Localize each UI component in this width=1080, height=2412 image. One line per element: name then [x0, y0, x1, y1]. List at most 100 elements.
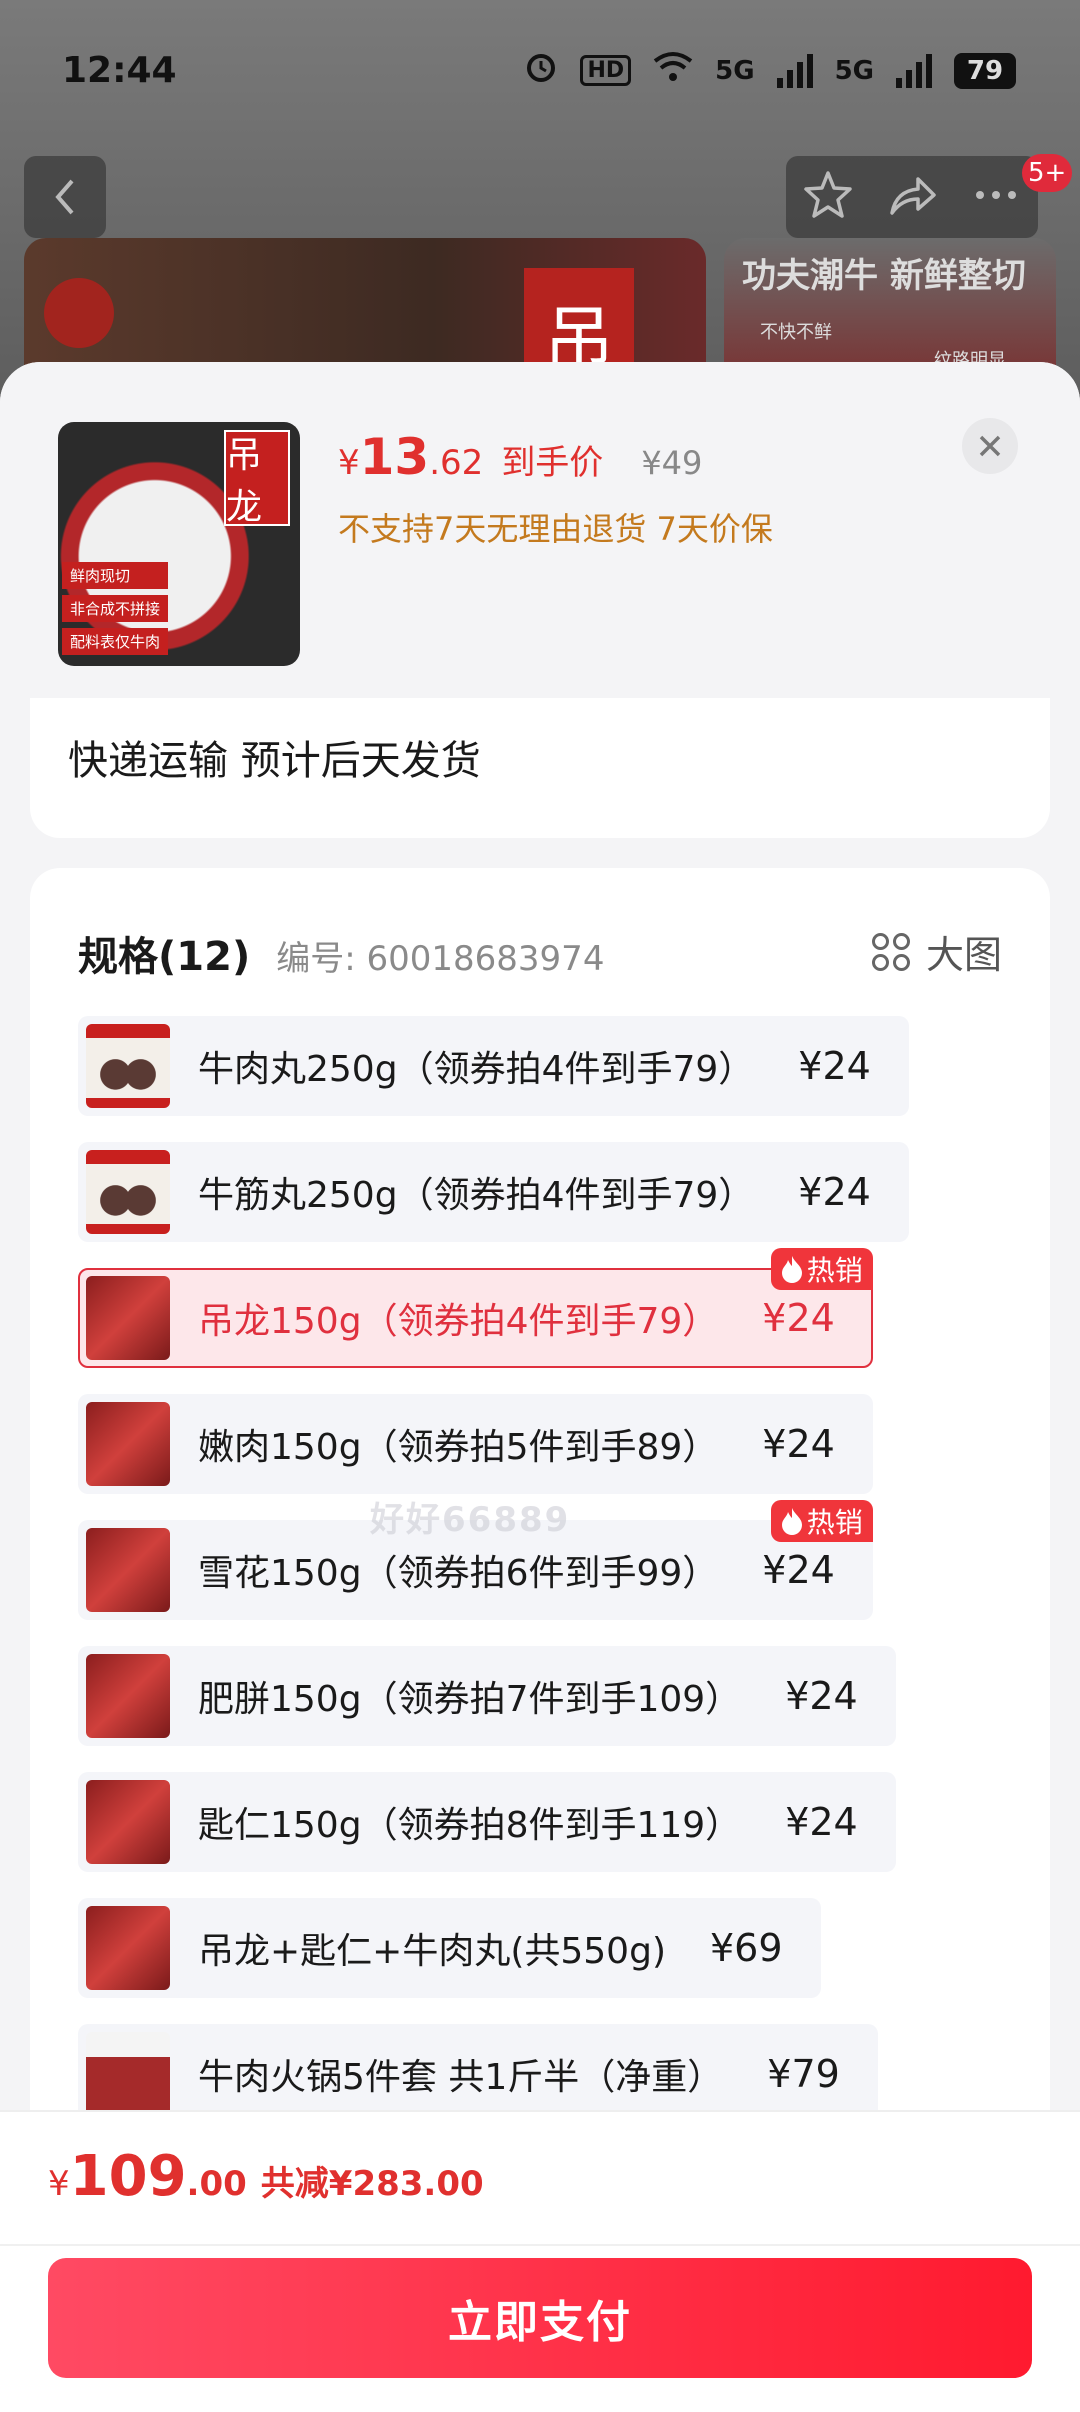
option-label: 雪花150g（领券拍6件到手99） [198, 1553, 719, 1594]
share-button[interactable] [886, 169, 938, 225]
thumbnail-tag: 配料表仅牛肉 [62, 628, 169, 655]
pay-now-button[interactable]: 立即支付 [48, 2258, 1032, 2378]
more-dots-icon [976, 191, 1016, 199]
spec-option[interactable]: 嫩肉150g（领券拍5件到手89） ¥24 [78, 1394, 873, 1494]
option-price: ¥79 [767, 2052, 840, 2096]
option-label: 牛肉火锅5件套 共1斤半（净重） [198, 2057, 724, 2098]
price-label: 到手价 [501, 443, 604, 483]
option-label: 嫩肉150g（领券拍5件到手89） [198, 1427, 719, 1468]
close-icon [979, 435, 1001, 457]
close-button[interactable] [962, 418, 1018, 474]
grid-icon [871, 932, 910, 971]
status-time: 12:44 [62, 50, 177, 91]
signal-5g-label-2: 5G [834, 55, 874, 86]
spec-option[interactable]: 肥胼150g（领券拍7件到手109） ¥24 [78, 1646, 896, 1746]
thumbnail-tag: 鲜肉现切 [62, 562, 169, 589]
big-view-toggle[interactable]: 大图 [871, 924, 1002, 979]
option-thumbnail [86, 1906, 170, 1990]
option-label: 肥胼150g（领券拍7件到手109） [198, 1679, 742, 1720]
star-icon [804, 171, 852, 218]
more-button[interactable] [970, 169, 1022, 225]
option-label: 牛筋丸250g（领券拍4件到手79） [198, 1175, 755, 1216]
price-line: ¥ 13 .62 到手价 ¥49 [338, 428, 702, 486]
option-price: ¥24 [762, 1422, 835, 1466]
sheet-header: 吊龙 鲜肉现切 非合成不拼接 配料表仅牛肉 ¥ 13 .62 到手价 ¥49 不… [0, 362, 1080, 698]
status-icons: HD 5G 5G 79 [524, 50, 1016, 91]
option-price: ¥24 [798, 1170, 871, 1214]
spec-card: 规格(12) 编号: 60018683974 大图 牛肉丸250g（领券拍4件到… [30, 868, 1050, 2268]
option-price: ¥24 [785, 1800, 858, 1844]
favorite-button[interactable] [802, 169, 854, 225]
total-price: ¥ 109 .00 共减¥283.00 [48, 2144, 484, 2209]
notification-badge: 5+ [1022, 154, 1073, 192]
signal-icon-2 [896, 53, 932, 88]
total-integer: 109 [69, 2144, 187, 2209]
thumbnail-tags: 鲜肉现切 非合成不拼接 配料表仅牛肉 [62, 562, 169, 655]
product-code: 编号: 60018683974 [276, 939, 605, 979]
option-thumbnail [86, 1402, 170, 1486]
option-label: 吊龙+匙仁+牛肉丸(共550g) [198, 1931, 666, 1972]
hd-icon: HD [580, 55, 632, 86]
big-view-label: 大图 [925, 933, 1002, 977]
spec-option[interactable]: 牛筋丸250g（领券拍4件到手79） ¥24 [78, 1142, 909, 1242]
footer-divider [0, 2244, 1080, 2246]
service-notice: 不支持7天无理由退货 7天价保 [338, 510, 773, 548]
thumbnail-brand-flag: 吊龙 [224, 430, 290, 528]
battery-icon: 79 [954, 52, 1016, 89]
option-label: 匙仁150g（领券拍8件到手119） [198, 1805, 742, 1846]
shipping-card: 快递运输 预计后天发货 [30, 698, 1050, 838]
flame-icon [781, 1508, 802, 1535]
spec-option[interactable]: 吊龙+匙仁+牛肉丸(共550g) ¥69 [78, 1898, 821, 1998]
total-currency: ¥ [48, 2164, 70, 2204]
option-thumbnail [86, 1024, 170, 1108]
option-price: ¥24 [762, 1296, 835, 1340]
option-thumbnail [86, 1150, 170, 1234]
status-bar: 12:44 HD 5G 5G 79 [0, 0, 1080, 140]
hot-sale-label: 热销 [806, 1506, 863, 1539]
sku-selector-sheet: 吊龙 鲜肉现切 非合成不拼接 配料表仅牛肉 ¥ 13 .62 到手价 ¥49 不… [0, 362, 1080, 2412]
spec-option[interactable]: 牛肉火锅5件套 共1斤半（净重） ¥79 [78, 2024, 878, 2124]
total-discount: 共减¥283.00 [260, 2164, 484, 2204]
option-price: ¥24 [762, 1548, 835, 1592]
total-decimal: .00 [186, 2164, 247, 2204]
hot-sale-label: 热销 [806, 1254, 863, 1287]
option-thumbnail [86, 1276, 170, 1360]
price-currency: ¥ [338, 443, 360, 483]
side-banner-subtitle: 不快不鲜 [760, 322, 832, 343]
top-action-bar [786, 156, 1038, 238]
original-price: ¥49 [641, 444, 703, 482]
option-thumbnail [86, 1528, 170, 1612]
hot-sale-badge: 热销 [770, 1248, 873, 1290]
hot-sale-badge: 热销 [770, 1500, 873, 1542]
price-integer: 13 [359, 428, 430, 486]
alarm-icon [524, 50, 558, 91]
option-thumbnail [86, 1780, 170, 1864]
option-price: ¥69 [709, 1926, 783, 1970]
wifi-icon [653, 51, 693, 90]
option-label: 牛肉丸250g（领券拍4件到手79） [198, 1049, 755, 1090]
spec-option-selected[interactable]: 吊龙150g（领券拍4件到手79） ¥24 热销 [78, 1248, 873, 1368]
spec-option[interactable]: 牛肉丸250g（领券拍4件到手79） ¥24 [78, 1016, 909, 1116]
signal-5g-label-1: 5G [715, 55, 755, 86]
flame-icon [781, 1256, 802, 1283]
option-price: ¥24 [785, 1674, 858, 1718]
back-button[interactable] [24, 156, 106, 238]
chevron-left-icon [55, 179, 74, 215]
product-thumbnail[interactable]: 吊龙 鲜肉现切 非合成不拼接 配料表仅牛肉 [58, 422, 300, 666]
spec-option[interactable]: 匙仁150g（领券拍8件到手119） ¥24 [78, 1772, 896, 1872]
option-label: 吊龙150g（领券拍4件到手79） [198, 1301, 719, 1342]
tomato-decoration [44, 278, 114, 348]
spec-title: 规格(12) [78, 934, 251, 980]
share-icon [890, 177, 936, 215]
option-thumbnail [86, 1654, 170, 1738]
side-banner-title: 功夫潮牛 新鲜整切 [742, 256, 1026, 296]
option-price: ¥24 [798, 1044, 871, 1088]
price-decimal: .62 [429, 443, 484, 483]
thumbnail-tag: 非合成不拼接 [62, 595, 169, 622]
checkout-footer: ¥ 109 .00 共减¥283.00 立即支付 [0, 2110, 1080, 2412]
signal-icon-1 [776, 53, 813, 88]
spec-header: 规格(12) 编号: 60018683974 [78, 924, 604, 982]
option-thumbnail [86, 2032, 170, 2116]
shipping-info: 快递运输 预计后天发货 [68, 738, 481, 784]
watermark: 好好66889 [370, 1500, 571, 1540]
